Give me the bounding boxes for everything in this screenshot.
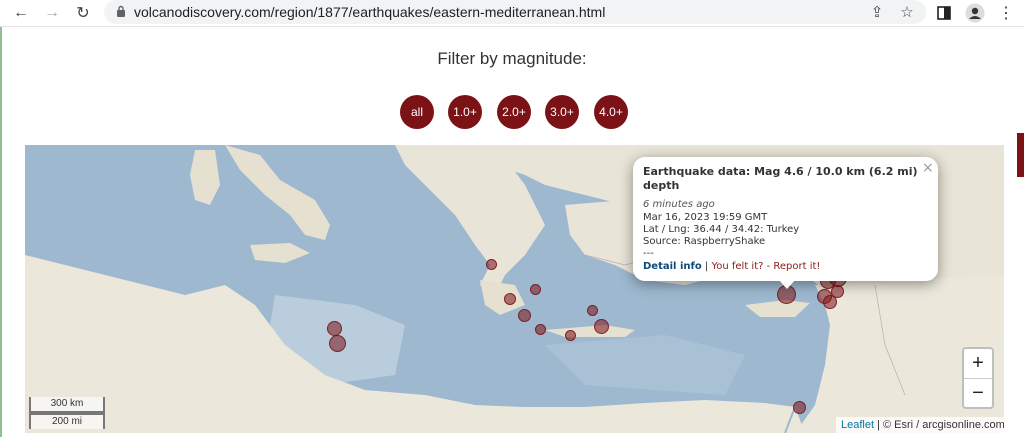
scale-mi: 200 mi bbox=[29, 413, 105, 429]
popup-location: Lat / Lng: 36.44 / 34.42: Turkey bbox=[643, 224, 800, 235]
earthquake-marker[interactable] bbox=[587, 305, 598, 316]
detail-info-link[interactable]: Detail info bbox=[643, 261, 702, 272]
map-scale: 300 km 200 mi bbox=[29, 397, 105, 429]
filter-all-button[interactable]: all bbox=[400, 95, 434, 129]
earthquake-map[interactable]: × Earthquake data: Mag 4.6 / 10.0 km (6.… bbox=[25, 145, 1004, 433]
zoom-control: + − bbox=[962, 347, 994, 409]
back-icon[interactable]: ← bbox=[10, 2, 32, 24]
popup-source: Source: RaspberryShake bbox=[643, 236, 766, 247]
forward-icon[interactable]: → bbox=[41, 2, 63, 24]
earthquake-marker[interactable] bbox=[530, 284, 541, 295]
scale-km: 300 km bbox=[29, 397, 105, 413]
popup-close-icon[interactable]: × bbox=[922, 160, 934, 176]
earthquake-marker[interactable] bbox=[594, 319, 609, 334]
side-tab[interactable] bbox=[1017, 133, 1024, 177]
menu-kebab-icon[interactable]: ⋮ bbox=[996, 3, 1016, 23]
filter-1-button[interactable]: 1.0+ bbox=[448, 95, 482, 129]
browser-toolbar: ← → ↻ volcanodiscovery.com/region/1877/e… bbox=[0, 0, 1024, 27]
earthquake-marker[interactable] bbox=[831, 285, 844, 298]
share-icon[interactable]: ⇪ bbox=[868, 3, 886, 21]
filter-2-button[interactable]: 2.0+ bbox=[497, 95, 531, 129]
popup-datetime: Mar 16, 2023 19:59 GMT bbox=[643, 212, 768, 223]
profile-avatar-icon[interactable] bbox=[965, 3, 985, 23]
earthquake-marker[interactable] bbox=[518, 309, 531, 322]
popup-title: Earthquake data: Mag 4.6 / 10.0 km (6.2 … bbox=[643, 165, 918, 192]
reload-icon[interactable]: ↻ bbox=[72, 2, 94, 24]
page-edge-accent bbox=[0, 27, 2, 437]
filter-title: Filter by magnitude: bbox=[437, 49, 587, 68]
filter-3-button[interactable]: 3.0+ bbox=[545, 95, 579, 129]
earthquake-marker[interactable] bbox=[327, 321, 342, 336]
earthquake-popup: × Earthquake data: Mag 4.6 / 10.0 km (6.… bbox=[633, 157, 938, 289]
attribution-text: | © Esri / arcgisonline.com bbox=[877, 419, 1004, 431]
bookmark-star-icon[interactable]: ☆ bbox=[898, 3, 916, 21]
earthquake-marker[interactable] bbox=[504, 293, 516, 305]
side-panel-icon[interactable] bbox=[934, 3, 954, 23]
zoom-out-button[interactable]: − bbox=[964, 379, 992, 408]
earthquake-marker[interactable] bbox=[486, 259, 497, 270]
popup-separator: --- bbox=[643, 248, 654, 259]
earthquake-marker[interactable] bbox=[565, 330, 576, 341]
popup-divider: | bbox=[704, 261, 709, 272]
leaflet-link[interactable]: Leaflet bbox=[841, 419, 874, 431]
zoom-in-button[interactable]: + bbox=[964, 349, 992, 379]
earthquake-marker[interactable] bbox=[535, 324, 546, 335]
felt-it-link[interactable]: You felt it? - Report it! bbox=[711, 261, 820, 272]
filter-4-button[interactable]: 4.0+ bbox=[594, 95, 628, 129]
map-attribution: Leaflet | © Esri / arcgisonline.com bbox=[836, 417, 1004, 433]
earthquake-marker[interactable] bbox=[793, 401, 806, 414]
address-bar[interactable]: volcanodiscovery.com/region/1877/earthqu… bbox=[104, 0, 926, 24]
lock-icon bbox=[117, 5, 125, 17]
url-text: volcanodiscovery.com/region/1877/earthqu… bbox=[134, 4, 606, 20]
popup-tip bbox=[778, 279, 796, 289]
popup-time-ago: 6 minutes ago bbox=[643, 199, 715, 210]
earthquake-marker[interactable] bbox=[329, 335, 346, 352]
